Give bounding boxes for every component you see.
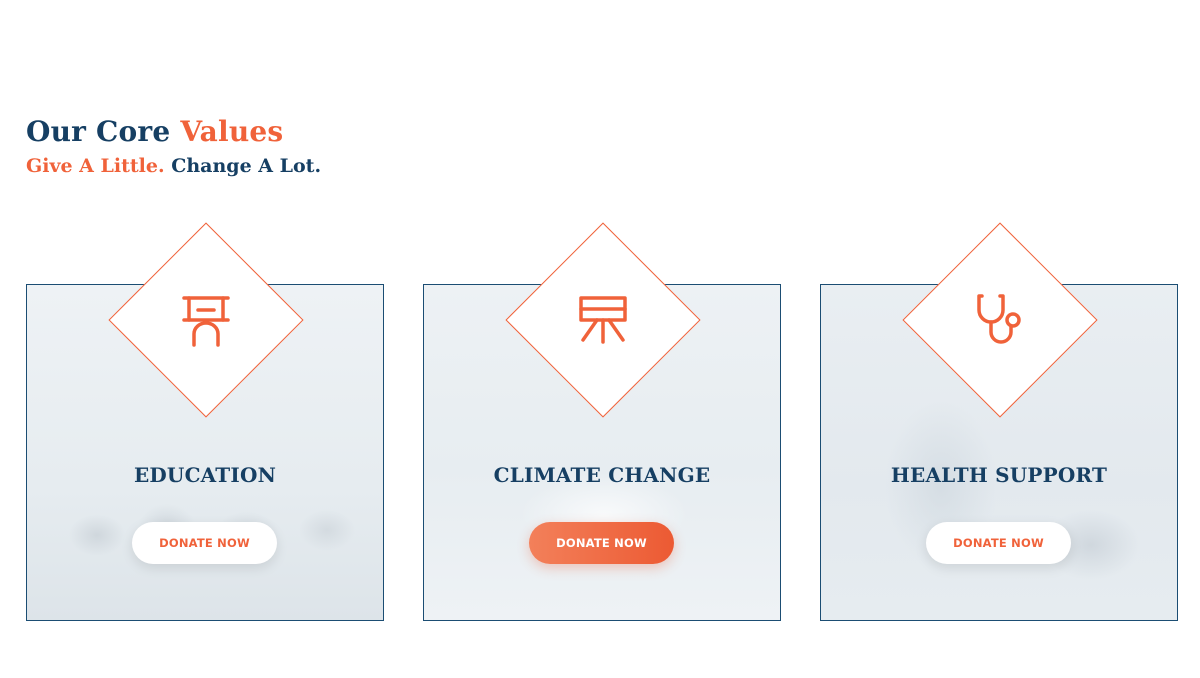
icon-diamond — [902, 222, 1098, 418]
donate-now-button[interactable]: DONATE NOW — [529, 522, 674, 564]
card-title: CLIMATE CHANGE — [493, 463, 711, 487]
value-card-education: EDUCATION DONATE NOW — [26, 222, 384, 621]
icon-diamond — [505, 222, 701, 418]
section-heading: Our Core Values Give A Little. Change A … — [26, 114, 321, 179]
value-card-climate-change: CLIMATE CHANGE DONATE NOW — [423, 222, 781, 621]
section-title-accent: Values — [180, 115, 284, 148]
card-title: EDUCATION — [133, 463, 277, 487]
donate-now-button[interactable]: DONATE NOW — [926, 522, 1071, 564]
value-card-health-support: HEALTH SUPPORT DONATE NOW — [820, 222, 1178, 621]
card-title: HEALTH SUPPORT — [890, 463, 1108, 487]
section-subtitle: Give A Little. Change A Lot. — [26, 153, 321, 179]
section-subtitle-accent: Give A Little. — [26, 155, 165, 177]
climate-icon — [579, 296, 627, 344]
icon-diamond — [108, 222, 304, 418]
donate-now-button[interactable]: DONATE NOW — [132, 522, 277, 564]
stethoscope-icon — [977, 294, 1021, 344]
graduate-icon — [182, 296, 230, 347]
section-subtitle-part2: Change A Lot. — [164, 155, 322, 177]
section-title: Our Core Values — [26, 114, 321, 150]
section-title-part1: Our Core — [26, 115, 181, 148]
